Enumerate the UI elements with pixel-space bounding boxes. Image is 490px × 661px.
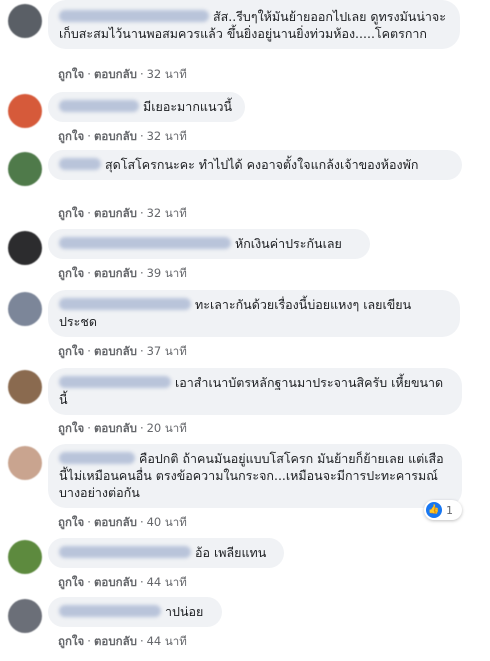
reply-link[interactable]: ตอบกลับ (94, 634, 137, 648)
reply-link[interactable]: ตอบกลับ (94, 421, 137, 435)
avatar[interactable] (8, 292, 42, 326)
commenter-name[interactable] (59, 546, 191, 558)
like-link[interactable]: ถูกใจ (58, 575, 84, 589)
timestamp[interactable]: 40 นาที (147, 515, 187, 529)
avatar[interactable] (8, 599, 42, 633)
timestamp[interactable]: 20 นาที (147, 421, 187, 435)
comment-actions: ถูกใจ · ตอบกลับ · 37 นาที (58, 343, 187, 361)
avatar[interactable] (8, 94, 42, 128)
like-link[interactable]: ถูกใจ (58, 206, 84, 220)
commenter-name[interactable] (59, 376, 171, 388)
reply-link[interactable]: ตอบกลับ (94, 129, 137, 143)
separator: · (87, 634, 91, 648)
separator: · (139, 634, 144, 648)
separator: · (139, 515, 144, 529)
commenter-name[interactable] (59, 237, 231, 249)
avatar[interactable] (8, 370, 42, 404)
separator: · (87, 575, 91, 589)
like-icon: 👍 (426, 502, 442, 518)
reply-link[interactable]: ตอบกลับ (94, 206, 137, 220)
separator: · (87, 344, 91, 358)
separator: · (139, 421, 144, 435)
separator: · (139, 67, 144, 81)
comment-text: มีเยอะมากแนวนี้ (143, 99, 233, 114)
avatar[interactable] (8, 540, 42, 574)
comment-bubble: หักเงินค่าประกันเลย (48, 229, 370, 259)
comment-bubble: สุดโสโครกนะคะ ทำไปได้ คงอาจตั้งใจแกล้งเจ… (48, 150, 462, 180)
avatar[interactable] (8, 446, 42, 480)
separator: · (139, 575, 144, 589)
comment-bubble: สัส..รีบๆให้มันย้ายออกไปเลย ดูทรงมันน่าจ… (48, 0, 460, 49)
comment-actions: ถูกใจ · ตอบกลับ · 44 นาที (58, 633, 187, 651)
reply-link[interactable]: ตอบกลับ (94, 515, 137, 529)
commenter-name[interactable] (59, 10, 209, 22)
reaction-count: 1 (446, 503, 453, 517)
comment-bubble: ทะเลาะกันด้วยเรื่องนี้บ่อยแหงๆ เลยเขียนป… (48, 290, 460, 337)
like-link[interactable]: ถูกใจ (58, 421, 84, 435)
like-link[interactable]: ถูกใจ (58, 634, 84, 648)
comment-bubble: มีเยอะมากแนวนี้ (48, 92, 245, 122)
like-link[interactable]: ถูกใจ (58, 344, 84, 358)
timestamp[interactable]: 32 นาที (147, 67, 187, 81)
separator: · (87, 206, 91, 220)
comment-actions: ถูกใจ · ตอบกลับ · 39 นาที (58, 265, 187, 283)
comment-actions: ถูกใจ · ตอบกลับ · 32 นาที (58, 66, 187, 84)
timestamp[interactable]: 39 นาที (147, 266, 187, 280)
commenter-name[interactable] (59, 158, 101, 170)
reply-link[interactable]: ตอบกลับ (94, 575, 137, 589)
like-link[interactable]: ถูกใจ (58, 129, 84, 143)
timestamp[interactable]: 37 นาที (147, 344, 187, 358)
timestamp[interactable]: 44 นาที (147, 575, 187, 589)
timestamp[interactable]: 44 นาที (147, 634, 187, 648)
separator: · (139, 344, 144, 358)
avatar[interactable] (8, 231, 42, 265)
commenter-name[interactable] (59, 100, 139, 112)
comment-actions: ถูกใจ · ตอบกลับ · 20 นาที (58, 420, 187, 438)
reply-link[interactable]: ตอบกลับ (94, 67, 137, 81)
separator: · (139, 206, 144, 220)
separator: · (87, 515, 91, 529)
separator: · (87, 421, 91, 435)
comment-actions: ถูกใจ · ตอบกลับ · 40 นาที (58, 514, 187, 532)
comment-text: าปน่อย (165, 604, 204, 619)
comment-bubble: เอาสำเนาบัตรหลักฐานมาประจานสิครับ เหี้ยข… (48, 368, 462, 415)
comment-text: สุดโสโครกนะคะ ทำไปได้ คงอาจตั้งใจแกล้งเจ… (105, 157, 419, 172)
separator: · (139, 129, 144, 143)
reaction-badge[interactable]: 👍 1 (424, 500, 462, 520)
separator: · (139, 266, 144, 280)
comment-bubble: คือปกติ ถ้าคนมันอยู่แบบโสโครก มันย้ายก็ย… (48, 444, 462, 508)
timestamp[interactable]: 32 นาที (147, 206, 187, 220)
comment-actions: ถูกใจ · ตอบกลับ · 32 นาที (58, 205, 187, 223)
avatar[interactable] (8, 152, 42, 186)
avatar[interactable] (8, 4, 42, 38)
comment-actions: ถูกใจ · ตอบกลับ · 32 นาที (58, 128, 187, 146)
like-link[interactable]: ถูกใจ (58, 266, 84, 280)
comment-text: หักเงินค่าประกันเลย (235, 236, 342, 251)
commenter-name[interactable] (59, 298, 191, 310)
comment-text: อ้อ เพลียแทน (195, 545, 267, 560)
separator: · (87, 129, 91, 143)
separator: · (87, 67, 91, 81)
reply-link[interactable]: ตอบกลับ (94, 266, 137, 280)
comment-bubble: อ้อ เพลียแทน (48, 538, 284, 568)
commenter-name[interactable] (59, 605, 161, 617)
like-link[interactable]: ถูกใจ (58, 67, 84, 81)
like-link[interactable]: ถูกใจ (58, 515, 84, 529)
comment-bubble: าปน่อย (48, 597, 222, 627)
timestamp[interactable]: 32 นาที (147, 129, 187, 143)
reply-link[interactable]: ตอบกลับ (94, 344, 137, 358)
comment-actions: ถูกใจ · ตอบกลับ · 44 นาที (58, 574, 187, 592)
commenter-name[interactable] (59, 452, 135, 464)
separator: · (87, 266, 91, 280)
